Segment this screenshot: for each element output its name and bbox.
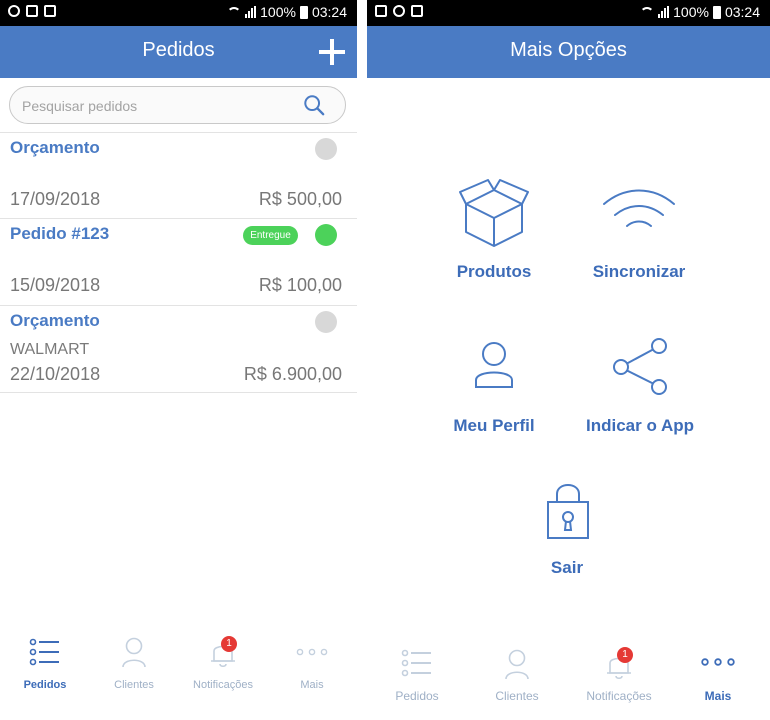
tab-notificacoes[interactable]: 1 Notificações xyxy=(579,644,659,704)
order-title: Orçamento xyxy=(10,138,100,157)
signal-icon xyxy=(245,6,257,18)
app-bar: Pedidos xyxy=(0,26,357,78)
tab-label: Pedidos xyxy=(23,679,67,691)
tab-label: Notificações xyxy=(586,689,652,703)
order-title: Pedido #123 xyxy=(10,224,110,243)
status-dot xyxy=(315,224,337,246)
more-icon xyxy=(296,648,328,656)
battery-percentage: 100% xyxy=(260,4,296,20)
option-indicar-o-app[interactable]: Indicar o App xyxy=(579,336,701,440)
tab-clientes[interactable]: Clientes xyxy=(102,634,166,694)
option-label: Produtos xyxy=(456,262,532,281)
order-customer: WALMART xyxy=(10,341,90,358)
option-label: Indicar o App xyxy=(586,416,694,435)
option-sair[interactable]: Sair xyxy=(512,480,622,580)
box-icon xyxy=(459,179,529,247)
order-value: R$ 100,00 xyxy=(258,275,342,295)
tab-label: Mais xyxy=(704,689,732,703)
more-icon xyxy=(701,658,735,666)
notification-count-badge: 1 xyxy=(617,647,633,663)
status-bar: 100% 03:24 xyxy=(0,0,357,26)
order-title: Orçamento xyxy=(10,311,100,330)
status-bar: 100% 03:24 xyxy=(367,0,770,26)
wifi-status-icon xyxy=(640,6,655,18)
app-icon xyxy=(26,5,38,17)
tab-label: Clientes xyxy=(495,689,539,703)
option-label: Meu Perfil xyxy=(453,416,535,435)
status-dot xyxy=(315,311,337,333)
tab-mais[interactable]: Mais xyxy=(688,644,748,704)
page-title: Mais Opções xyxy=(510,39,627,61)
app-bar: Mais Opções xyxy=(367,26,770,78)
notification-count-badge: 1 xyxy=(221,636,237,652)
tab-label: Clientes xyxy=(114,679,154,691)
order-date: 15/09/2018 xyxy=(10,275,101,295)
page-title: Pedidos xyxy=(142,39,215,61)
tab-pedidos[interactable]: Pedidos xyxy=(12,634,78,694)
order-date: 17/09/2018 xyxy=(10,189,101,209)
eye-icon xyxy=(8,5,20,17)
add-order-icon[interactable] xyxy=(319,39,345,65)
user-icon xyxy=(122,637,146,668)
order-value: R$ 6.900,00 xyxy=(243,364,342,384)
status-badge: Entregue xyxy=(243,226,298,245)
tab-label: Notificações xyxy=(193,679,253,691)
profile-icon xyxy=(475,342,513,388)
list-icon xyxy=(401,649,431,677)
search-icon[interactable] xyxy=(303,94,325,116)
tab-notificacoes[interactable]: 1 Notificações xyxy=(188,634,258,694)
tab-pedidos[interactable]: Pedidos xyxy=(384,644,450,704)
search-input[interactable]: Pesquisar pedidos xyxy=(9,86,346,124)
gallery-icon xyxy=(375,5,387,17)
option-label: Sair xyxy=(550,558,584,577)
option-label: Sincronizar xyxy=(592,262,686,281)
tab-label: Pedidos xyxy=(395,689,439,703)
battery-icon xyxy=(299,5,308,19)
battery-icon xyxy=(712,5,721,19)
order-item[interactable]: Pedido #123 Entregue 15/09/2018 R$ 100,0… xyxy=(0,218,357,305)
clipboard-icon xyxy=(44,5,56,17)
wifi-status-icon xyxy=(227,6,242,18)
user-icon xyxy=(505,649,529,680)
order-date: 22/10/2018 xyxy=(10,364,101,384)
clock: 03:24 xyxy=(311,4,347,20)
screen-divider xyxy=(357,0,367,720)
list-icon xyxy=(29,638,59,666)
app-icon xyxy=(411,5,423,17)
option-sincronizar[interactable]: Sincronizar xyxy=(583,172,695,284)
signal-icon xyxy=(658,6,670,18)
pedidos-screen: 100% 03:24 Pedidos Pesquisar pedidos Orç… xyxy=(0,0,357,720)
battery-percentage: 100% xyxy=(673,4,709,20)
tab-label: Mais xyxy=(300,679,324,691)
wifi-icon xyxy=(603,189,675,227)
eye-icon xyxy=(393,5,405,17)
order-item[interactable]: Orçamento WALMART 22/10/2018 R$ 6.900,00 xyxy=(0,305,357,393)
option-produtos[interactable]: Produtos xyxy=(439,172,549,284)
search-placeholder: Pesquisar pedidos xyxy=(22,98,138,114)
tab-mais[interactable]: Mais xyxy=(282,634,342,694)
status-dot xyxy=(315,138,337,160)
mais-opcoes-screen: 100% 03:24 Mais Opções Produtos Sincroni… xyxy=(367,0,770,720)
order-value: R$ 500,00 xyxy=(258,189,342,209)
clock: 03:24 xyxy=(724,4,760,20)
share-icon xyxy=(613,338,667,395)
lock-icon xyxy=(547,484,589,539)
option-meu-perfil[interactable]: Meu Perfil xyxy=(439,336,549,440)
tab-clientes[interactable]: Clientes xyxy=(485,644,549,704)
order-item[interactable]: Orçamento 17/09/2018 R$ 500,00 xyxy=(0,132,357,219)
